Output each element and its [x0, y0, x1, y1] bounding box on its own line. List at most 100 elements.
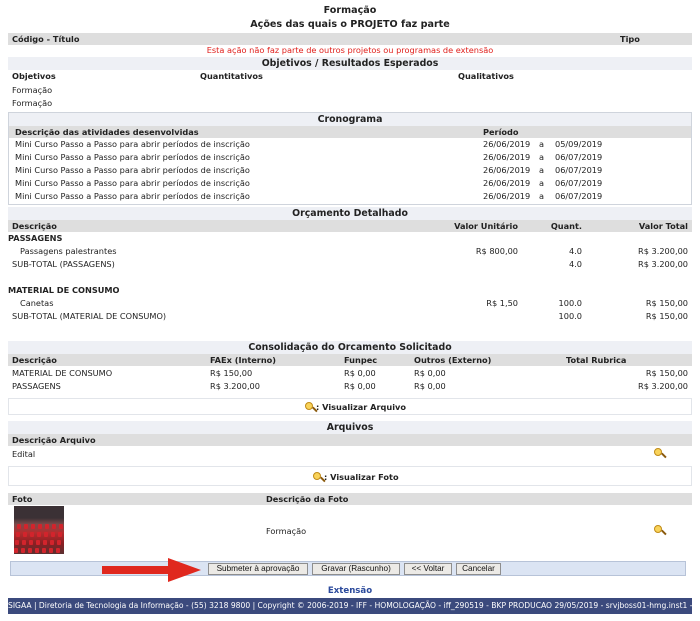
photo-seat — [45, 524, 49, 529]
atividade-descricao: Mini Curso Passo a Passo para abrir perí… — [15, 165, 250, 175]
col-quantitativos: Quantitativos — [200, 71, 263, 81]
subtotal-quant: 100.0 — [558, 311, 582, 321]
arquivo-row: Edital — [8, 446, 692, 462]
col-valor-unitario: Valor Unitário — [454, 221, 518, 231]
cronograma-box: Cronograma Descrição das atividades dese… — [8, 112, 692, 205]
orcamento-grupo-nome: MATERIAL DE CONSUMO — [8, 285, 120, 295]
periodo-separador: a — [539, 191, 545, 201]
orcamento-grupo-nome: PASSAGENS — [8, 233, 63, 243]
periodo-inicio: 26/06/2019 — [483, 178, 531, 188]
photo-seat — [23, 532, 27, 537]
cronograma-row: Mini Curso Passo a Passo para abrir perí… — [9, 152, 691, 164]
photo-seat — [14, 548, 18, 553]
photo-seat — [37, 532, 41, 537]
col-descricao-foto: Descrição da Foto — [266, 494, 349, 504]
subtotal-quant: 4.0 — [568, 259, 582, 269]
col-codigo-titulo: Código - Título — [12, 34, 80, 44]
rubrica-descricao: PASSAGENS — [12, 381, 61, 391]
orcamento-item-row: Canetas R$ 1,50 100.0 R$ 150,00 — [8, 298, 692, 310]
photo-seat — [57, 540, 61, 545]
red-arrow-icon — [102, 558, 201, 582]
extensao-link[interactable]: Extensão — [8, 586, 692, 596]
col-funpec: Funpec — [344, 355, 378, 365]
submeter-aprovacao-button[interactable]: Submeter à aprovação — [208, 563, 308, 575]
cancelar-button[interactable]: Cancelar — [456, 563, 501, 575]
photo-thumbnail[interactable] — [14, 506, 64, 554]
col-tipo: Tipo — [620, 34, 640, 44]
photo-seat — [58, 532, 62, 537]
magnifier-icon — [313, 472, 326, 483]
acoes-header-row: Código - Título Tipo — [8, 33, 692, 45]
cronograma-header-row: Descrição das atividades desenvolvidas P… — [9, 126, 691, 138]
orcamento-subtotal-row: SUB-TOTAL (MATERIAL DE CONSUMO) 100.0 R$ 1… — [8, 311, 692, 323]
periodo-separador: a — [539, 178, 545, 188]
item-descricao: Canetas — [20, 298, 54, 308]
photo-seat — [17, 524, 21, 529]
periodo-separador: a — [539, 139, 545, 149]
photo-seat — [16, 532, 20, 537]
visualizar-arquivo-label: : Visualizar Arquivo — [316, 402, 406, 412]
col-cons-descricao: Descrição — [12, 355, 57, 365]
objetivo-text: Formação — [12, 98, 53, 108]
view-arquivo-button[interactable] — [654, 448, 667, 459]
rubrica-total: R$ 150,00 — [645, 368, 688, 378]
cronograma-row: Mini Curso Passo a Passo para abrir perí… — [9, 178, 691, 190]
item-valor-unitario: R$ 800,00 — [475, 246, 518, 256]
page-title: Formação — [323, 5, 377, 16]
item-quant: 100.0 — [558, 298, 582, 308]
periodo-separador: a — [539, 152, 545, 162]
rubrica-descricao: MATERIAL DE CONSUMO — [12, 368, 113, 378]
periodo-inicio: 26/06/2019 — [483, 139, 531, 149]
view-foto-button[interactable] — [654, 525, 667, 536]
photo-seat — [44, 532, 48, 537]
item-valor-total: R$ 3.200,00 — [638, 246, 688, 256]
photo-seat — [50, 540, 54, 545]
objetivos-header-row: Objetivos Quantitativos Qualitativos — [8, 71, 692, 83]
objetivos-heading: Objetivos / Resultados Esperados — [8, 57, 692, 70]
orcamento-item-row: Passagens palestrantes R$ 800,00 4.0 R$ 3.2… — [8, 246, 692, 258]
photo-seat — [22, 540, 26, 545]
periodo-inicio: 26/06/2019 — [483, 152, 531, 162]
rubrica-faex: R$ 3.200,00 — [210, 381, 260, 391]
periodo-fim: 06/07/2019 — [555, 178, 603, 188]
photo-seat — [51, 532, 55, 537]
periodo-fim: 06/07/2019 — [555, 191, 603, 201]
gravar-rascunho-button[interactable]: Gravar (Rascunho) — [312, 563, 400, 575]
photo-seat — [24, 524, 28, 529]
photo-seat — [28, 548, 32, 553]
cronograma-heading: Cronograma — [9, 113, 691, 126]
arquivo-descricao: Edital — [12, 449, 36, 459]
objetivo-text: Formação — [12, 85, 53, 95]
rubrica-outros: R$ 0,00 — [414, 381, 446, 391]
subtotal-label: SUB-TOTAL (MATERIAL DE CONSUMO) — [12, 311, 167, 321]
voltar-button[interactable]: << Voltar — [404, 563, 452, 575]
periodo-inicio: 26/06/2019 — [483, 191, 531, 201]
photo-seat — [59, 524, 63, 529]
col-quant: Quant. — [550, 221, 582, 231]
rubrica-total: R$ 3.200,00 — [638, 381, 688, 391]
col-descricao-arquivo: Descrição Arquivo — [12, 435, 96, 445]
photo-seat — [15, 540, 19, 545]
magnifier-icon[interactable] — [654, 448, 667, 459]
rubrica-funpec: R$ 0,00 — [344, 368, 376, 378]
magnifier-icon[interactable] — [654, 525, 667, 536]
col-descricao-atividades: Descrição das atividades desenvolvidas — [15, 127, 199, 137]
periodo-fim: 06/07/2019 — [555, 165, 603, 175]
consolidacao-header-row: Descrição FAEx (Interno) Funpec Outros (… — [8, 354, 692, 366]
photo-seat — [31, 524, 35, 529]
photo-seat — [49, 548, 53, 553]
photo-seat — [36, 540, 40, 545]
subtotal-label: SUB-TOTAL (PASSAGENS) — [12, 259, 115, 269]
orcamento-subtotal-row: SUB-TOTAL (PASSAGENS) 4.0 R$ 3.200,00 — [8, 259, 692, 271]
col-total-rubrica: Total Rubrica — [566, 355, 627, 365]
consolidacao-row: PASSAGENS R$ 3.200,00 R$ 0,00 R$ 0,00 R$ 3.2… — [8, 381, 692, 393]
col-descricao: Descrição — [12, 221, 57, 231]
photo-seat — [38, 524, 42, 529]
periodo-separador: a — [539, 165, 545, 175]
item-descricao: Passagens palestrantes — [20, 246, 117, 256]
orcamento-heading: Orçamento Detalhado — [8, 207, 692, 220]
atividade-descricao: Mini Curso Passo a Passo para abrir perí… — [15, 152, 250, 162]
subtotal-total: R$ 150,00 — [645, 311, 688, 321]
acoes-heading: Ações das quais o PROJETO faz parte — [250, 19, 450, 30]
foto-descricao: Formação — [266, 526, 307, 536]
